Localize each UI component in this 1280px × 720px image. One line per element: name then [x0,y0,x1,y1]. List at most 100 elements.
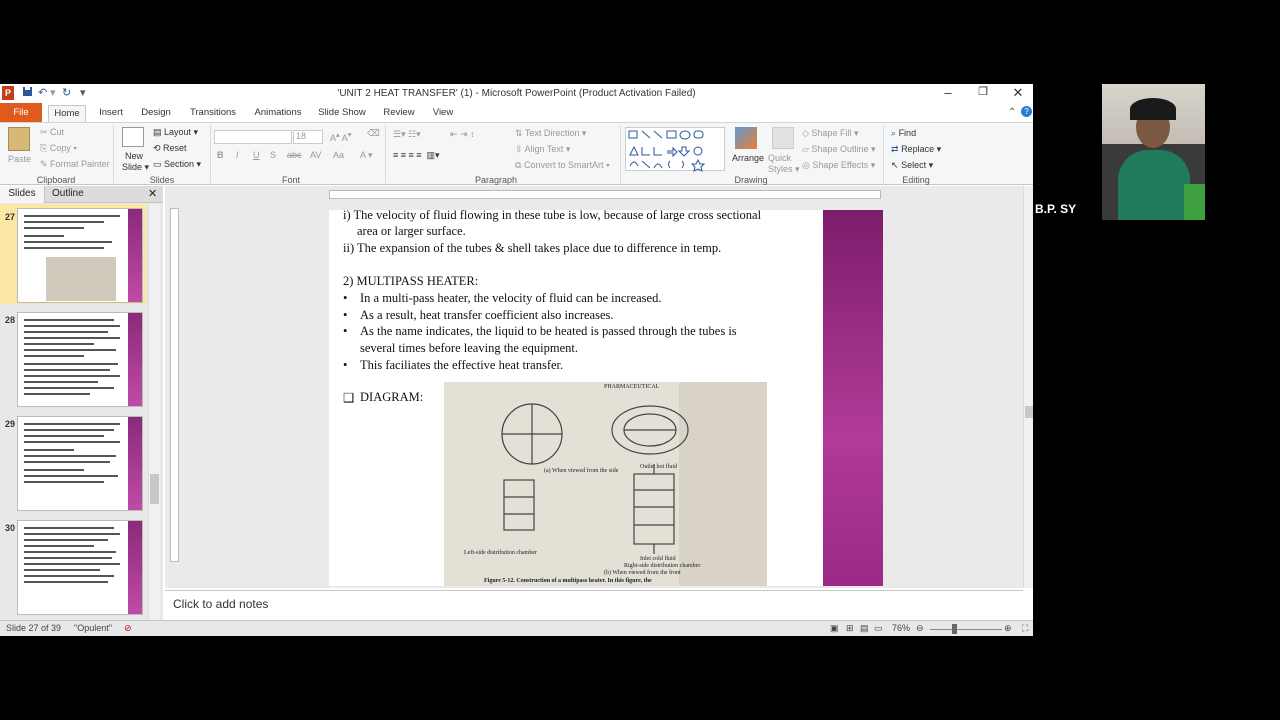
clear-formatting-icon[interactable]: ⌫ [367,128,380,139]
slideshow-icon[interactable]: ▭ [874,623,883,634]
zoom-slider-handle[interactable] [952,624,957,634]
slide-text-line[interactable]: area or larger surface. [357,224,466,239]
section-button[interactable]: ▭ Section ▾ [153,159,201,170]
tab-animations[interactable]: Animations [251,105,305,123]
slide-text-line[interactable]: In a multi-pass heater, the velocity of … [360,291,661,306]
slide-thumbnail[interactable] [17,312,143,407]
format-painter-button[interactable]: ✎ Format Painter [40,159,110,170]
panel-scrollbar[interactable] [148,204,160,620]
quick-styles-button-line2[interactable]: Styles ▾ [768,164,800,175]
notes-pane[interactable]: Click to add notes [165,590,1023,620]
underline-button[interactable]: U [253,150,260,160]
italic-button[interactable]: I [236,150,239,160]
slide-heading[interactable]: DIAGRAM: [360,390,423,405]
layout-button[interactable]: ▤ Layout ▾ [153,127,198,138]
shape-effects-button[interactable]: ◎ Shape Effects ▾ [802,160,875,171]
indent-buttons[interactable]: ⇤ ⇥ ↕ [450,129,475,140]
char-spacing-button[interactable]: AV [310,150,321,160]
zoom-out-icon[interactable]: ⊖ [916,623,924,634]
tab-file[interactable]: File [0,103,42,122]
tab-transitions[interactable]: Transitions [187,105,239,123]
arrange-button[interactable]: Arrange [732,153,764,163]
shape-outline-label: Shape Outline [811,144,869,154]
align-buttons[interactable]: ≡ ≡ ≡ ≡ ▥▾ [393,150,440,161]
ribbon-collapse-icon[interactable]: ⌃ [1008,107,1016,118]
tab-review[interactable]: Review [382,105,416,123]
paste-button[interactable]: Paste [8,154,31,164]
webcam-feed [1102,84,1205,220]
select-button[interactable]: ↖ Select ▾ [891,160,933,171]
copy-button[interactable]: ⎘ Copy ▾ [40,143,77,154]
arrange-icon[interactable] [735,127,757,149]
layout-label: Layout [164,127,192,137]
slide-heading[interactable]: 2) MULTIPASS HEATER: [343,274,478,289]
notes-placeholder[interactable]: Click to add notes [173,597,268,611]
quick-styles-button[interactable]: Quick [768,153,791,163]
convert-smartart-button[interactable]: ⧉ Convert to SmartArt ▾ [515,160,610,171]
slide-text-line[interactable]: i) The velocity of fluid flowing in thes… [343,210,761,223]
slide-text-line[interactable]: This faciliates the effective heat trans… [360,358,563,373]
slide-thumbnail[interactable] [17,416,143,511]
shape-outline-button[interactable]: ▱ Shape Outline ▾ [802,144,876,155]
shapes-gallery[interactable] [625,127,725,172]
restore-icon[interactable]: ❐ [968,85,998,98]
diagram-photo[interactable]: (a) When viewed from the side Outlet hot… [444,382,767,586]
slide-sorter-icon[interactable]: ⊞ [846,623,854,634]
reading-view-icon[interactable]: ▤ [860,623,869,634]
font-family-select[interactable] [214,130,292,144]
shadow-button[interactable]: S [270,150,276,160]
horizontal-ruler [329,190,881,199]
slide-text-line[interactable]: ii) The expansion of the tubes & shell t… [343,241,721,256]
text-direction-button[interactable]: ⇅ Text Direction ▾ [515,128,586,139]
multipass-heater-diagram: (a) When viewed from the side Outlet hot… [464,384,700,584]
spellcheck-icon[interactable]: ⊘ [124,623,132,634]
zoom-level[interactable]: 76% [892,623,910,633]
bold-button[interactable]: B [217,150,224,160]
replace-button[interactable]: ⇄ Replace ▾ [891,144,941,155]
tab-outline[interactable]: Outline [52,188,84,199]
thumb-line [24,449,74,451]
paste-icon[interactable] [8,127,30,151]
convert-smartart-label: Convert to SmartArt [523,160,604,170]
bullets-button[interactable]: ☰▾ ☷▾ [393,129,421,140]
close-icon[interactable]: ✕ [1003,85,1033,101]
new-slide-button-line2[interactable]: Slide ▾ [122,162,149,173]
slide-text-line[interactable]: As a result, heat transfer coefficient a… [360,308,613,323]
tab-design[interactable]: Design [138,105,174,123]
minimize-icon[interactable]: – [933,85,963,100]
thumb-line [24,539,108,541]
new-slide-icon[interactable] [122,127,144,147]
grow-shrink-font[interactable]: A▴ A▾ [330,130,352,143]
slide-text-line[interactable]: As the name indicates, the liquid to be … [360,324,737,339]
slide-text-line[interactable]: several times before leaving the equipme… [360,341,578,356]
find-button[interactable]: ⌕ Find [891,128,916,139]
strikethrough-button[interactable]: abc [287,150,302,160]
quick-styles-icon[interactable] [772,127,794,149]
tab-slide-show[interactable]: Slide Show [317,105,367,123]
reset-button[interactable]: ⟲ Reset [153,143,187,154]
slide-canvas[interactable]: i) The velocity of fluid flowing in thes… [329,210,883,586]
zoom-in-icon[interactable]: ⊕ [1004,623,1012,634]
tab-view[interactable]: View [429,105,457,123]
zoom-slider[interactable] [930,629,1002,630]
font-color-button[interactable]: A ▾ [360,150,373,161]
slide-thumbnail[interactable] [17,520,143,615]
cut-button[interactable]: ✂ Cut [40,127,64,138]
tab-insert[interactable]: Insert [93,105,129,123]
font-size-select[interactable]: 18 [293,130,323,144]
panel-scroll-thumb[interactable] [150,474,159,504]
new-slide-button[interactable]: New [125,151,143,161]
thumb-line [24,331,108,333]
tab-home[interactable]: Home [48,105,86,123]
fit-to-window-icon[interactable]: ⛶ [1022,623,1028,634]
slide-thumbnail[interactable] [17,208,143,303]
replace-label: Replace [901,144,935,154]
close-panel-icon[interactable]: ✕ [148,187,157,200]
normal-view-icon[interactable]: ▣ [830,623,839,634]
slide-counter: Slide 27 of 39 [6,623,62,633]
change-case-button[interactable]: Aa [333,150,344,160]
shape-fill-button[interactable]: ◇ Shape Fill ▾ [802,128,858,139]
help-icon[interactable]: ? [1021,106,1032,117]
tab-slides[interactable]: Slides [0,186,45,203]
align-text-button[interactable]: ⇳ Align Text ▾ [515,144,570,155]
